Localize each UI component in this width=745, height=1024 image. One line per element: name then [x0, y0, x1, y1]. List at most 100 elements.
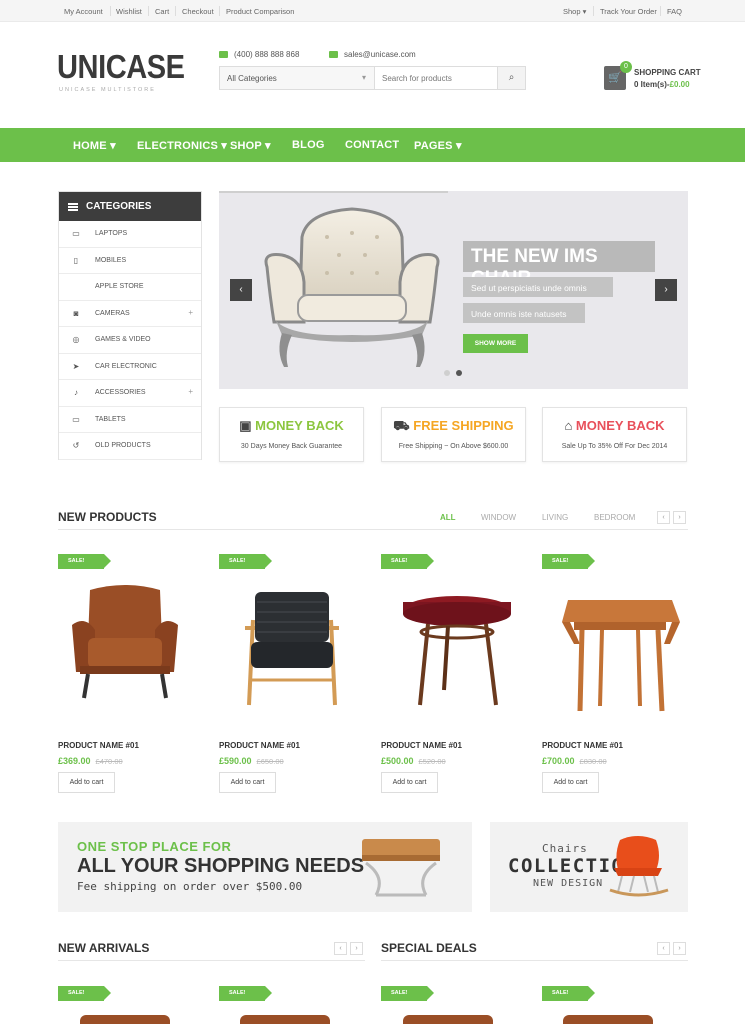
filter-bedroom[interactable]: BEDROOM — [594, 513, 635, 522]
logo-subtitle: UNICASE MULTISTORE — [59, 87, 156, 93]
sidebar-item-laptops[interactable]: ▭ LAPTOPS — [59, 221, 201, 248]
arrivals-prev-button[interactable]: ‹ — [334, 942, 347, 955]
special-deals-heading: SPECIAL DEALS — [381, 941, 477, 955]
cart-count-badge: 0 — [620, 61, 632, 73]
shop-dropdown[interactable]: Shop ▾ — [563, 7, 586, 16]
slider-prev-button[interactable]: ‹ — [230, 279, 252, 301]
chairs-collection-banner[interactable]: Chairs COLLECTION NEW DESIGN — [490, 822, 688, 912]
info-box: ⌂ MONEY BACK Sale Up To 35% Off For Dec 2… — [542, 407, 687, 462]
old-price: £650.00 — [256, 757, 284, 766]
logo[interactable]: UNICASE — [57, 50, 185, 83]
expand-icon[interactable]: + — [188, 308, 193, 317]
sidebar-item-label: GAMES & VIDEO — [95, 336, 151, 343]
deals-prev-button[interactable]: ‹ — [657, 942, 670, 955]
sidebar-item-apple-store[interactable]: APPLE STORE — [59, 274, 201, 301]
sale-badge: SALE! — [542, 554, 595, 569]
info-box: ⛟ FREE SHIPPING Free Shipping ~ On Above … — [381, 407, 526, 462]
info-box-subtitle: Sale Up To 35% Off For Dec 2014 — [561, 443, 668, 450]
products-next-button[interactable]: › — [673, 511, 686, 524]
history-icon: ↺ — [72, 441, 80, 450]
slider-dot-2[interactable] — [456, 370, 462, 376]
category-select[interactable]: All Categories — [220, 67, 375, 89]
shopping-needs-banner[interactable]: ONE STOP PLACE FOR ALL YOUR SHOPPING NEE… — [58, 822, 472, 912]
cart-link[interactable]: Cart — [155, 7, 169, 16]
filter-window[interactable]: WINDOW — [481, 513, 516, 522]
product-image-partial — [563, 1015, 653, 1024]
slider-dot-1[interactable] — [444, 370, 450, 376]
mobile-icon: ▯ — [73, 255, 79, 265]
my-account-link[interactable]: My Account — [64, 7, 103, 16]
location-arrow-icon: ➤ — [72, 361, 80, 371]
sidebar-item-label: ACCESSORIES — [95, 389, 146, 396]
sidebar-item-old-products[interactable]: ↺ OLD PRODUCTS — [59, 433, 201, 460]
sidebar-item-car-electronic[interactable]: ➤ CAR ELECTRONIC — [59, 354, 201, 380]
shopping-basket-icon: 🛒 — [608, 72, 622, 84]
sidebar-item-label: TABLETS — [95, 415, 126, 423]
nav-home[interactable]: HOME ▾ — [73, 139, 116, 152]
categories-sidebar: CATEGORIES ▭ LAPTOPS ▯ MOBILES APPLE STORE ◙ C… — [58, 191, 202, 460]
sidebar-item-accessories[interactable]: ♪ ACCESSORIES + — [59, 380, 201, 407]
sidebar-item-label: OLD PRODUCTS — [95, 442, 151, 449]
product-name[interactable]: PRODUCT NAME #01 — [58, 741, 139, 750]
sidebar-item-label: APPLE STORE — [95, 283, 144, 290]
product-image-wooden-table — [562, 600, 680, 712]
nav-pages[interactable]: PAGES ▾ — [414, 139, 462, 152]
cart-summary[interactable]: 0 Item(s)-£0.00 — [634, 80, 690, 89]
wishlist-link[interactable]: Wishlist — [116, 7, 142, 16]
show-more-button[interactable]: SHOW MORE — [463, 334, 528, 353]
sidebar-item-label: CAMERAS — [95, 309, 130, 317]
search-button[interactable]: ⌕ — [497, 67, 525, 89]
slider-next-button[interactable]: › — [655, 279, 677, 301]
product-image-leather-armchair — [72, 585, 178, 699]
deals-next-button[interactable]: › — [673, 942, 686, 955]
new-products-heading: NEW PRODUCTS — [58, 510, 157, 524]
nav-shop[interactable]: SHOP ▾ — [230, 139, 271, 152]
nav-contact[interactable]: CONTACT — [345, 139, 399, 151]
old-price: £520.00 — [418, 757, 446, 766]
banner1-line2: ALL YOUR SHOPPING NEEDS — [77, 855, 365, 877]
product-price: £700.00 £830.00 — [542, 756, 607, 766]
tablet-icon: ▭ — [72, 414, 80, 424]
sale-badge: SALE! — [219, 554, 272, 569]
product-name[interactable]: PRODUCT NAME #01 — [542, 741, 623, 750]
search-input[interactable]: Search for products — [382, 74, 452, 83]
product-name[interactable]: PRODUCT NAME #01 — [381, 741, 462, 750]
sale-badge: SALE! — [381, 986, 434, 1001]
search-icon: ⌕ — [508, 72, 515, 83]
add-to-cart-button[interactable]: Add to cart — [542, 772, 599, 793]
sale-badge: SALE! — [58, 554, 111, 569]
nav-electronics[interactable]: ELECTRONICS ▾ — [137, 139, 227, 152]
checkout-link[interactable]: Checkout — [182, 7, 214, 16]
search-bar: All Categories Search for products ⌕ — [219, 66, 526, 90]
laptop-icon: ▭ — [72, 229, 80, 238]
product-image-partial — [240, 1015, 330, 1024]
sale-badge: SALE! — [381, 554, 434, 569]
sidebar-item-tablets[interactable]: ▭ TABLETS — [59, 407, 201, 433]
slide-title: THE NEW IMS CHAIR — [463, 241, 655, 289]
info-box-subtitle: 30 Days Money Back Guarantee — [240, 443, 343, 450]
sidebar-item-mobiles[interactable]: ▯ MOBILES — [59, 248, 201, 274]
sidebar-item-label: CAR ELECTRONIC — [95, 362, 157, 370]
filter-living[interactable]: LIVING — [542, 513, 568, 522]
old-price: £830.00 — [579, 757, 607, 766]
add-to-cart-button[interactable]: Add to cart — [219, 772, 276, 793]
products-prev-button[interactable]: ‹ — [657, 511, 670, 524]
track-order-link[interactable]: Track Your Order — [600, 7, 657, 16]
phone-icon — [219, 51, 228, 59]
top-bar: My Account Wishlist Cart Checkout Produc… — [0, 0, 745, 22]
add-to-cart-button[interactable]: Add to cart — [381, 772, 438, 793]
sidebar-item-games-video[interactable]: ◎ GAMES & VIDEO — [59, 327, 201, 354]
sidebar-item-cameras[interactable]: ◙ CAMERAS + — [59, 301, 201, 327]
expand-icon[interactable]: + — [188, 387, 193, 396]
cart-title[interactable]: SHOPPING CART — [634, 68, 701, 77]
nav-blog[interactable]: BLOG — [292, 139, 325, 151]
product-name[interactable]: PRODUCT NAME #01 — [219, 741, 300, 750]
info-box-title: ⌂ MONEY BACK — [564, 418, 665, 433]
money-icon: ▣ — [239, 418, 256, 433]
faq-link[interactable]: FAQ — [667, 7, 682, 16]
product-comparison-link[interactable]: Product Comparison — [226, 7, 294, 16]
arrivals-next-button[interactable]: › — [350, 942, 363, 955]
email-contact: sales@unicase.com — [329, 50, 416, 59]
add-to-cart-button[interactable]: Add to cart — [58, 772, 115, 793]
filter-all[interactable]: ALL — [440, 513, 456, 522]
